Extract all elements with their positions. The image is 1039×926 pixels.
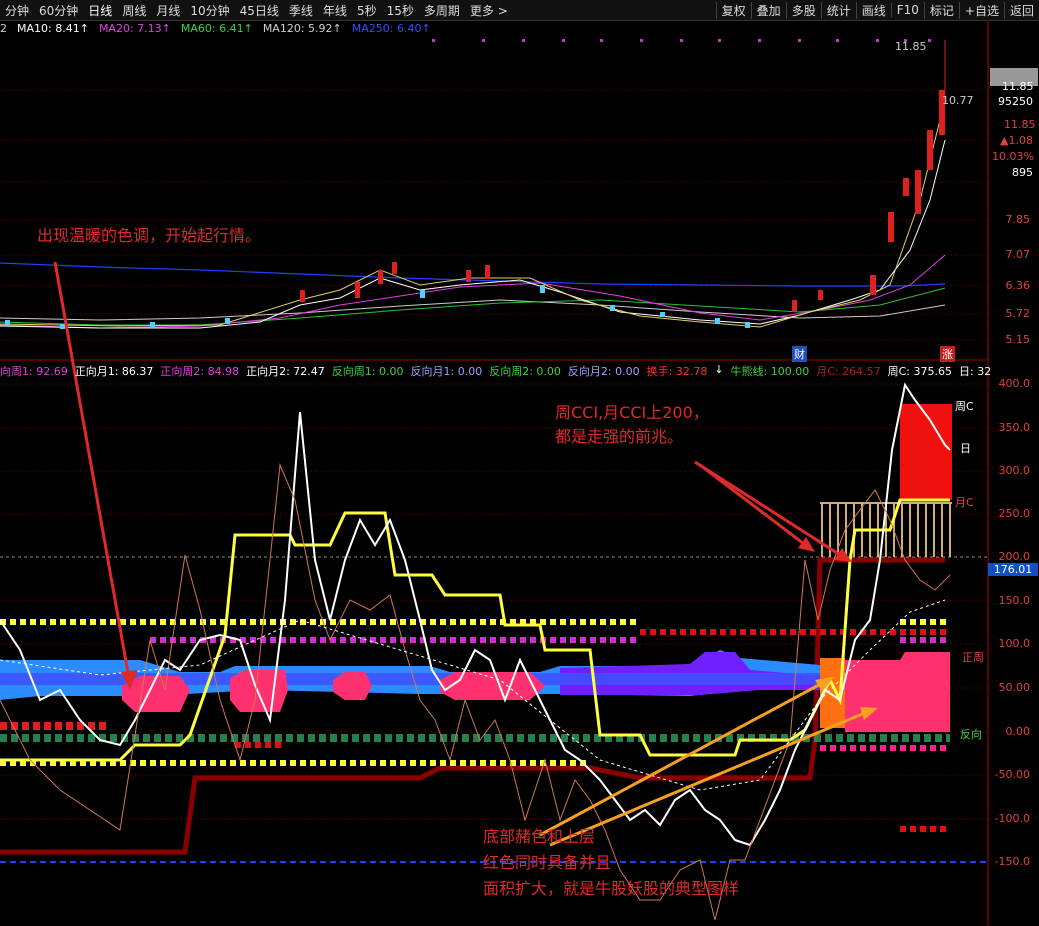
cci-tick-200: 200.0 xyxy=(998,550,1031,563)
annotation-bottom-line1: 底部赭色和上层 xyxy=(483,827,596,846)
weekly-red-block xyxy=(900,404,952,500)
cci-tick-400: 400.0 xyxy=(998,377,1031,390)
price-tick-7-85: 7.85 xyxy=(1005,213,1031,226)
ind-item-4: 反向周1: 0.00 xyxy=(331,365,404,378)
ind-item-8: 换手: 32.78 xyxy=(646,365,708,378)
cci-grid xyxy=(0,383,988,820)
percent-label: 10.03% xyxy=(992,150,1034,163)
day-tag: 日 xyxy=(960,442,971,455)
month-c-tag: 月C xyxy=(955,496,974,509)
cci-tick-minus50: -50.00 xyxy=(994,768,1030,781)
finance-tag: 财 xyxy=(792,346,807,362)
cci-tick-minus100: -100.0 xyxy=(994,812,1030,825)
ind-item-11: 月C: 264.57 xyxy=(816,365,881,378)
annotation-warm-tone: 出现温暖的色调，开始起行情。 xyxy=(37,226,262,245)
annotation-bottom-line3: 面积扩大，就是牛股妖股的典型图样 xyxy=(483,879,740,898)
annotation-bottom-line2: 红色同时具备并且 xyxy=(483,853,612,872)
ind-item-5: 反向月1: 0.00 xyxy=(410,365,483,378)
ind-item-7: 反向月2: 0.00 xyxy=(567,365,640,378)
weekly-cci-line xyxy=(0,498,950,762)
price-label-11: 11.85 xyxy=(1004,118,1036,131)
annotation-cci-line2: 都是走强的前兆。 xyxy=(555,427,684,446)
price-tick-6-36: 6.36 xyxy=(1005,279,1031,292)
volume-label: 95250 xyxy=(998,95,1033,108)
limit-up-tag: 涨 xyxy=(940,346,955,362)
annotation-arrows xyxy=(53,261,878,847)
ma250-line xyxy=(0,262,946,287)
price-tick-5-72: 5.72 xyxy=(1005,307,1031,320)
ind-item-1: 正向月1: 86.37 xyxy=(74,365,154,378)
price-tick-7-07: 7.07 xyxy=(1005,248,1031,261)
ma20-line xyxy=(0,254,946,329)
cci-tick-300: 300.0 xyxy=(998,464,1031,477)
cci-tick-100: 100.0 xyxy=(998,637,1031,650)
annotation-cci-line1: 周CCI,月CCI上200， xyxy=(555,403,709,422)
reverse-tag: 反向 xyxy=(960,728,982,741)
ind-item-13: 日: 326.62 xyxy=(959,365,990,378)
ma120-line xyxy=(0,299,946,321)
week-c-tag: 周C xyxy=(955,400,974,413)
close-label: 11.85 xyxy=(1002,80,1034,93)
ind-item-12: 周C: 375.65 xyxy=(887,365,952,378)
low-tag-label: 10.77 xyxy=(942,94,974,107)
change-label: ▲1.08 xyxy=(1000,134,1033,147)
price-grid xyxy=(0,89,988,341)
positive-week-tag: 正周 xyxy=(962,651,984,664)
cci-tick-250: 250.0 xyxy=(998,507,1031,520)
chart-canvas xyxy=(0,20,989,926)
ind-item-2: 正向周2: 84.98 xyxy=(160,365,240,378)
ind-item-9: ↓ xyxy=(714,363,724,376)
ma5-line xyxy=(0,99,946,328)
signal-dots xyxy=(432,39,931,42)
indicator-legend-bar: 向周1: 92.69 正向月1: 86.37 正向周2: 84.98 正向月2:… xyxy=(0,363,990,379)
cci-tick-50: 50.00 xyxy=(998,681,1031,694)
cci-current-value: 176.01 xyxy=(988,563,1038,576)
cci-tick-minus150: -150.0 xyxy=(994,855,1030,868)
ind-item-6: 反向周2: 0.00 xyxy=(489,365,561,378)
ind-item-3: 正向月2: 72.47 xyxy=(246,365,325,378)
count-label: 895 xyxy=(1012,166,1033,179)
cci-tick-150: 150.0 xyxy=(998,594,1031,607)
cci-tick-350: 350.0 xyxy=(998,421,1031,434)
price-tick-5-15: 5.15 xyxy=(1005,333,1031,346)
ind-item-10: 牛熊线: 100.00 xyxy=(730,365,810,378)
cci-tick-0: 0.00 xyxy=(1005,725,1031,738)
ind-item-0: 向周1: 92.69 xyxy=(0,365,68,378)
price-high-label: 11.85 xyxy=(895,40,927,53)
